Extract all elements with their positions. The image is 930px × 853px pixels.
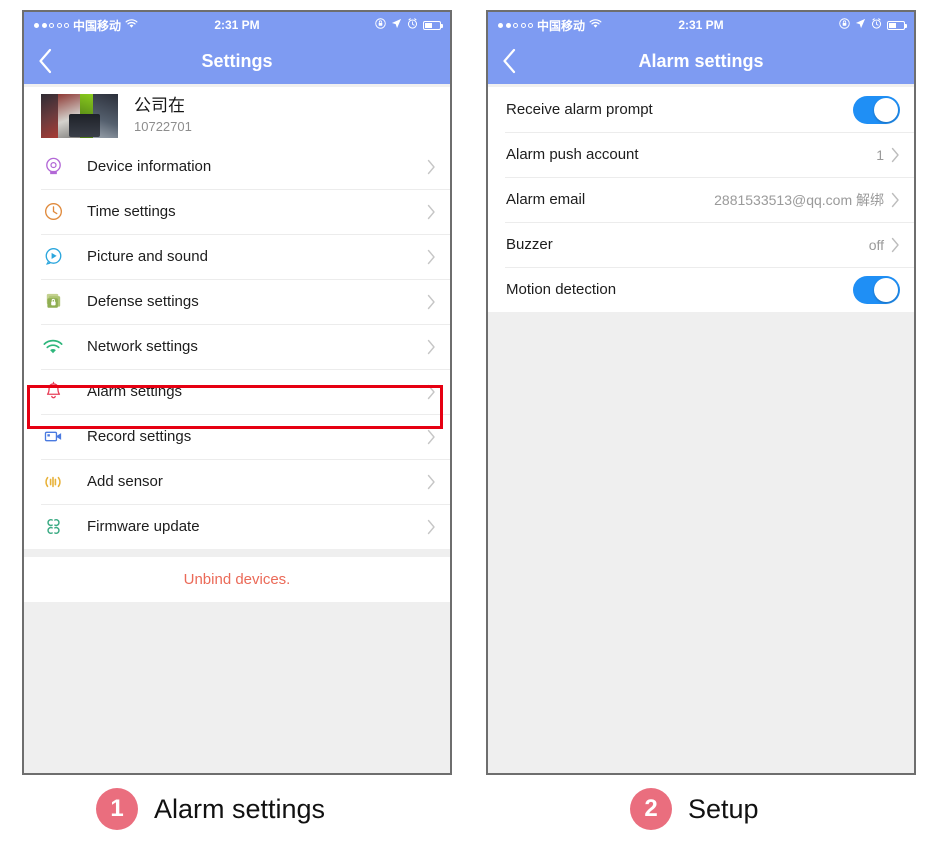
row-value: 2881533513@qq.com 解绑 — [714, 191, 884, 208]
alarm-clock-icon — [871, 18, 882, 32]
alarm-settings-list: Receive alarm prompt Alarm push account … — [488, 87, 914, 312]
row-value: off — [868, 236, 884, 253]
camera-dome-icon — [41, 155, 65, 179]
alarm-clock-icon — [407, 18, 418, 32]
chevron-right-icon — [891, 192, 900, 208]
sidebar-item-label: Time settings — [87, 203, 176, 220]
lock-icon — [839, 18, 850, 32]
phone-screenshot-alarm-settings: 中国移动 2:31 PM Alarm settings Receive alar… — [486, 10, 916, 775]
row-label: Alarm email — [506, 191, 586, 208]
step-badge: 2 — [630, 788, 672, 830]
motion-detection-toggle[interactable] — [853, 275, 900, 304]
status-bar: 中国移动 2:31 PM — [24, 12, 450, 38]
chevron-right-icon — [427, 294, 436, 310]
sidebar-item-add-sensor[interactable]: Add sensor — [24, 459, 450, 504]
step-badge: 1 — [96, 788, 138, 830]
chevron-right-icon — [427, 204, 436, 220]
firmware-chip-icon — [41, 515, 65, 539]
sidebar-item-label: Firmware update — [87, 518, 200, 535]
clock-icon — [41, 200, 65, 224]
sidebar-item-label: Picture and sound — [87, 248, 208, 265]
chevron-left-icon — [503, 48, 516, 74]
alarm-settings-screen-body: Receive alarm prompt Alarm push account … — [488, 87, 914, 773]
sidebar-item-label: Defense settings — [87, 293, 199, 310]
wifi-icon — [41, 335, 65, 359]
chevron-right-icon — [891, 237, 900, 253]
chevron-right-icon — [891, 147, 900, 163]
page-filler — [488, 312, 914, 773]
row-label: Motion detection — [506, 281, 617, 298]
sidebar-item-network-settings[interactable]: Network settings — [24, 324, 450, 369]
device-id: 10722701 — [134, 119, 192, 135]
row-motion-detection[interactable]: Motion detection — [488, 267, 914, 312]
device-profile-row[interactable]: 公司在 10722701 — [24, 87, 450, 144]
chevron-right-icon — [427, 339, 436, 355]
row-alarm-email[interactable]: Alarm email 2881533513@qq.com 解绑 — [488, 177, 914, 222]
caption-step-2: 2 Setup — [630, 788, 759, 830]
chevron-right-icon — [427, 249, 436, 265]
sidebar-item-device-information[interactable]: Device information — [24, 144, 450, 189]
device-snapshot-thumbnail — [41, 93, 118, 138]
chevron-right-icon — [427, 384, 436, 400]
location-arrow-icon — [391, 18, 402, 32]
video-camera-icon — [41, 425, 65, 449]
bell-icon — [41, 380, 65, 404]
sidebar-item-record-settings[interactable]: Record settings — [24, 414, 450, 459]
navigation-bar: Alarm settings — [488, 38, 914, 84]
caption-label: Alarm settings — [154, 793, 326, 824]
section-gap — [24, 549, 450, 557]
sidebar-item-label: Network settings — [87, 338, 198, 355]
device-name: 公司在 — [134, 96, 185, 116]
row-buzzer[interactable]: Buzzer off — [488, 222, 914, 267]
chevron-right-icon — [427, 159, 436, 175]
battery-icon — [423, 20, 443, 30]
row-value: 1 — [876, 146, 884, 163]
row-alarm-push-account[interactable]: Alarm push account 1 — [488, 132, 914, 177]
sensor-signal-icon — [41, 470, 65, 494]
row-label: Buzzer — [506, 236, 553, 253]
page-title: Alarm settings — [638, 50, 764, 71]
navigation-bar: Settings — [24, 38, 450, 84]
lock-icon — [375, 18, 386, 32]
battery-icon — [887, 20, 907, 30]
unbind-devices-button[interactable]: Unbind devices. — [24, 557, 450, 602]
status-bar-right — [839, 18, 907, 32]
phone-screenshot-settings: 中国移动 2:31 PM Settings 公司在 10722701 Devic… — [22, 10, 452, 775]
settings-screen-body: 公司在 10722701 Device information Time set… — [24, 87, 450, 773]
sidebar-item-alarm-settings[interactable]: Alarm settings — [24, 369, 450, 414]
back-button[interactable] — [38, 38, 74, 84]
chevron-left-icon — [39, 48, 52, 74]
play-circle-icon — [41, 245, 65, 269]
device-profile-meta: 公司在 10722701 — [134, 95, 192, 136]
sidebar-item-label: Alarm settings — [87, 383, 183, 400]
sidebar-item-label: Device information — [87, 158, 212, 175]
chevron-right-icon — [427, 429, 436, 445]
sidebar-item-label: Add sensor — [87, 473, 163, 490]
comparison-figure: 中国移动 2:31 PM Settings 公司在 10722701 Devic… — [0, 0, 930, 853]
layers-lock-icon — [41, 290, 65, 314]
row-label: Alarm push account — [506, 146, 639, 163]
sidebar-item-time-settings[interactable]: Time settings — [24, 189, 450, 234]
settings-list: Device information Time settings Picture… — [24, 144, 450, 549]
sidebar-item-firmware-update[interactable]: Firmware update — [24, 504, 450, 549]
sidebar-item-defense-settings[interactable]: Defense settings — [24, 279, 450, 324]
status-bar-right — [375, 18, 443, 32]
page-title: Settings — [201, 50, 273, 71]
caption-step-1: 1 Alarm settings — [96, 788, 325, 830]
row-label: Receive alarm prompt — [506, 101, 653, 118]
chevron-right-icon — [427, 474, 436, 490]
caption-label: Setup — [688, 793, 759, 824]
location-arrow-icon — [855, 18, 866, 32]
sidebar-item-label: Record settings — [87, 428, 192, 445]
receive-alarm-prompt-toggle[interactable] — [853, 95, 900, 124]
row-receive-alarm-prompt[interactable]: Receive alarm prompt — [488, 87, 914, 132]
sidebar-item-picture-and-sound[interactable]: Picture and sound — [24, 234, 450, 279]
chevron-right-icon — [427, 519, 436, 535]
status-bar: 中国移动 2:31 PM — [488, 12, 914, 38]
page-filler — [24, 602, 450, 773]
back-button[interactable] — [502, 38, 538, 84]
